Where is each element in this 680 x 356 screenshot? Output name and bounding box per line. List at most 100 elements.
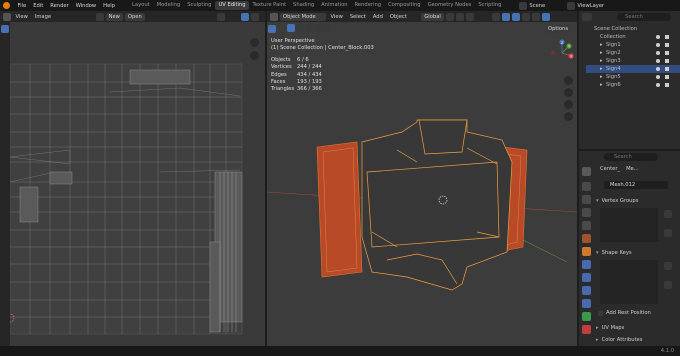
uv-canvas[interactable] bbox=[10, 22, 265, 346]
shape-key-menu-button[interactable] bbox=[664, 281, 672, 289]
vp-menu-add[interactable]: Add bbox=[370, 14, 385, 20]
pan-hand-icon[interactable] bbox=[250, 51, 259, 60]
ortho-grid-icon[interactable] bbox=[564, 112, 573, 121]
scene-name[interactable]: Scene bbox=[527, 3, 559, 9]
editor-type-icon[interactable] bbox=[270, 12, 278, 21]
menu-file[interactable]: File bbox=[14, 3, 30, 9]
snap-icon[interactable] bbox=[455, 12, 464, 21]
breadcrumb-data[interactable]: Me... bbox=[626, 166, 639, 172]
modifier-tab-icon[interactable] bbox=[582, 260, 591, 269]
eye-icon bbox=[656, 43, 660, 47]
item-label: Sign2 bbox=[606, 50, 621, 56]
open-image-button[interactable]: Open bbox=[124, 12, 145, 21]
overlay-toggle-icon[interactable] bbox=[511, 12, 520, 21]
outliner-display-icon[interactable] bbox=[582, 13, 592, 21]
tab-modeling[interactable]: Modeling bbox=[153, 1, 184, 10]
pan-hand-icon[interactable] bbox=[564, 88, 573, 97]
tab-shading[interactable]: Shading bbox=[290, 1, 318, 10]
add-rest-position-option[interactable]: Add Rest Position bbox=[598, 310, 651, 316]
tab-compositing[interactable]: Compositing bbox=[385, 1, 425, 10]
tab-sculpting[interactable]: Sculpting bbox=[184, 1, 215, 10]
scene-icon[interactable] bbox=[518, 1, 527, 10]
shading-solid-icon[interactable] bbox=[541, 12, 550, 21]
object-tab-icon[interactable] bbox=[582, 247, 591, 256]
overlay-dropdown-icon[interactable] bbox=[250, 12, 259, 21]
tool-tab-icon[interactable] bbox=[582, 167, 591, 176]
checkbox-icon[interactable] bbox=[598, 310, 603, 316]
shading-wire-icon[interactable] bbox=[531, 12, 540, 21]
outliner-visibility-column[interactable] bbox=[650, 33, 678, 91]
image-browse-icon[interactable] bbox=[95, 12, 104, 21]
navigation-gizmo[interactable]: Z X Y bbox=[549, 38, 575, 68]
uv-maps-panel[interactable]: UV Maps bbox=[596, 323, 676, 332]
mode-dropdown[interactable]: Object Mode bbox=[280, 12, 326, 21]
tab-texture-paint[interactable]: Texture Paint bbox=[249, 1, 289, 10]
world-tab-icon[interactable] bbox=[582, 234, 591, 243]
visibility-icon[interactable] bbox=[491, 12, 500, 21]
material-tab-icon[interactable] bbox=[582, 325, 591, 334]
view-layer-tab-icon[interactable] bbox=[582, 208, 591, 217]
constraints-tab-icon[interactable] bbox=[582, 299, 591, 308]
item-label: Sign5 bbox=[606, 74, 621, 80]
breadcrumb-object[interactable]: Center_ bbox=[600, 166, 620, 172]
output-tab-icon[interactable] bbox=[582, 195, 591, 204]
editor-type-icon[interactable] bbox=[3, 12, 11, 21]
physics-tab-icon[interactable] bbox=[582, 286, 591, 295]
transform-orientation-dropdown[interactable]: Global bbox=[421, 12, 444, 21]
vertex-groups-panel[interactable]: Vertex Groups bbox=[596, 196, 676, 205]
sync-selection-icon[interactable] bbox=[216, 12, 225, 21]
pivot-icon[interactable] bbox=[445, 12, 454, 21]
uv-menu-view[interactable]: View bbox=[13, 14, 30, 20]
blender-logo-icon[interactable] bbox=[3, 2, 10, 9]
add-vertex-group-button[interactable] bbox=[664, 210, 672, 218]
select-tool-icon[interactable] bbox=[1, 25, 9, 33]
camera-icon bbox=[665, 43, 669, 47]
outliner-search-input[interactable]: Search bbox=[617, 13, 671, 21]
vertex-group-menu-button[interactable] bbox=[664, 229, 672, 237]
particles-tab-icon[interactable] bbox=[582, 273, 591, 282]
center-block-mesh bbox=[361, 119, 513, 291]
tab-layout[interactable]: Layout bbox=[129, 1, 154, 10]
collection-label: Collection bbox=[600, 34, 626, 40]
camera-icon bbox=[665, 51, 669, 55]
scene-tab-icon[interactable] bbox=[582, 221, 591, 230]
tab-scripting[interactable]: Scripting bbox=[475, 1, 505, 10]
menu-help[interactable]: Help bbox=[100, 3, 119, 9]
vertex-groups-list[interactable] bbox=[600, 208, 658, 242]
xray-icon[interactable] bbox=[521, 12, 530, 21]
shape-keys-list[interactable] bbox=[600, 260, 658, 304]
uv-menu-image[interactable]: Image bbox=[32, 14, 53, 20]
tab-geometry-nodes[interactable]: Geometry Nodes bbox=[424, 1, 475, 10]
tab-animation[interactable]: Animation bbox=[318, 1, 351, 10]
vp-menu-view[interactable]: View bbox=[328, 14, 345, 20]
shape-keys-panel[interactable]: Shape Keys bbox=[596, 248, 676, 257]
color-attributes-label: Color Attributes bbox=[601, 336, 643, 343]
menu-render[interactable]: Render bbox=[47, 3, 72, 9]
mesh-name-field[interactable]: Mesh.012 bbox=[604, 181, 668, 189]
eye-icon bbox=[656, 75, 660, 79]
view-layer-icon[interactable] bbox=[566, 1, 575, 10]
menu-edit[interactable]: Edit bbox=[30, 3, 47, 9]
render-tab-icon[interactable] bbox=[582, 182, 591, 191]
overlay-icon[interactable] bbox=[240, 12, 249, 21]
tab-rendering[interactable]: Rendering bbox=[351, 1, 385, 10]
proportional-edit-icon[interactable] bbox=[465, 12, 474, 21]
zoom-icon[interactable] bbox=[250, 38, 259, 47]
properties-search-input[interactable]: Search bbox=[604, 153, 658, 161]
add-shape-key-button[interactable] bbox=[664, 262, 672, 270]
viewport-3d[interactable]: Options User Perspective (1) Scene Colle… bbox=[267, 22, 577, 346]
camera-view-icon[interactable] bbox=[564, 100, 573, 109]
color-attributes-panel[interactable]: Color Attributes bbox=[596, 335, 676, 344]
mesh-data-tab-icon[interactable] bbox=[582, 312, 591, 321]
camera-icon bbox=[665, 75, 669, 79]
vp-menu-select[interactable]: Select bbox=[347, 14, 368, 20]
view-layer-name[interactable]: ViewLayer bbox=[575, 3, 607, 9]
camera-icon bbox=[665, 35, 669, 39]
gizmo-toggle-icon[interactable] bbox=[501, 12, 510, 21]
new-image-button[interactable]: New bbox=[105, 12, 123, 21]
vp-menu-object[interactable]: Object bbox=[387, 14, 409, 20]
zoom-icon[interactable] bbox=[564, 76, 573, 85]
outliner-scene-collection[interactable]: Scene Collection bbox=[586, 25, 680, 33]
menu-window[interactable]: Window bbox=[72, 3, 99, 9]
tab-uv-editing[interactable]: UV Editing bbox=[214, 1, 250, 10]
